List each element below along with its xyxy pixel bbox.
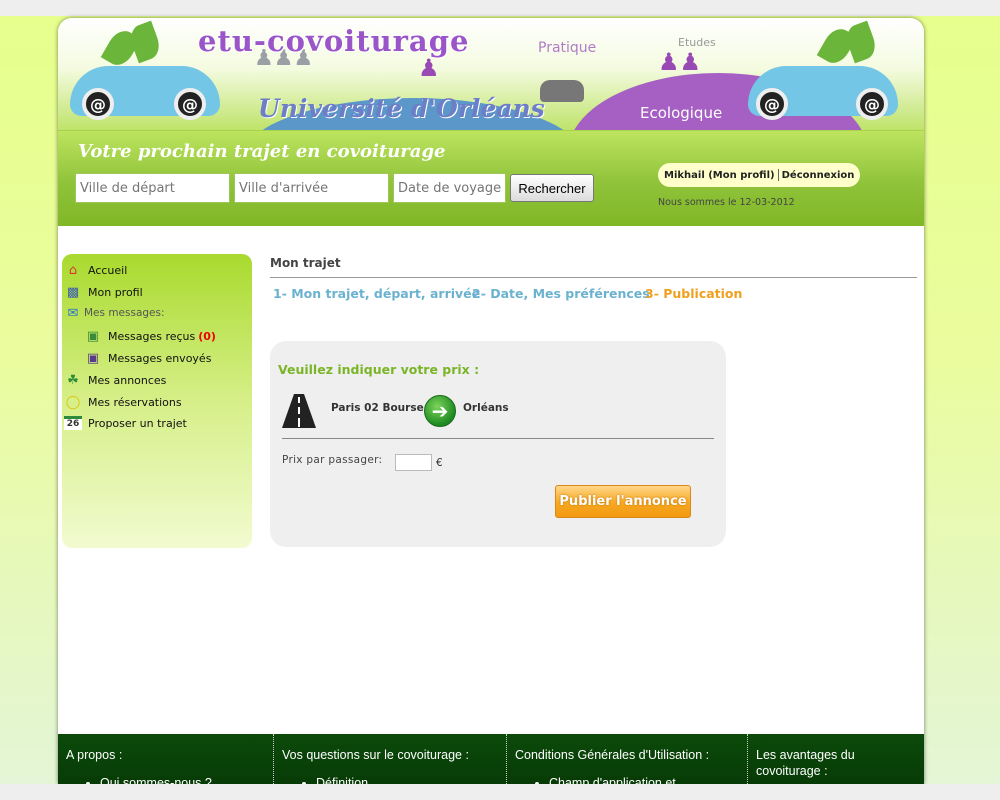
- price-label: Prix par passager:: [282, 454, 383, 466]
- inbox-icon: ▣: [86, 328, 100, 344]
- road-icon: [282, 394, 316, 428]
- small-car-icon: [540, 80, 584, 102]
- footer-column-questions: Vos questions sur le covoiturage : Défin…: [273, 734, 505, 784]
- arrival-city-input[interactable]: [234, 173, 389, 203]
- university-logo-text: Université d'Orléans: [258, 94, 545, 123]
- travel-date-input[interactable]: [393, 173, 506, 203]
- tag-pratique: Pratique: [538, 40, 597, 56]
- calendar-icon: 26: [64, 416, 82, 430]
- people-icon: ♟♟: [658, 48, 702, 76]
- price-form-heading: Veuillez indiquer votre prix :: [278, 362, 480, 377]
- separator: [777, 169, 779, 181]
- footer-link-list: Définition: [316, 775, 368, 784]
- footer-column-title: Vos questions sur le covoiturage :: [282, 748, 469, 762]
- sidebar-item-label: Proposer un trajet: [88, 416, 187, 430]
- site-banner[interactable]: @ @ @ @ ♟♟♟ ♟ ♟♟ etu-covoiturage Univers…: [58, 18, 924, 130]
- browser-bottom-band: [0, 784, 1000, 800]
- sent-icon: ▣: [86, 350, 100, 366]
- car-illustration-right: @ @: [748, 66, 898, 120]
- footer-column-title: A propos :: [66, 748, 123, 762]
- sidebar-item-label: Accueil: [88, 263, 128, 277]
- profile-icon: ▩: [66, 284, 80, 300]
- lightbulb-icon: ◯: [65, 394, 81, 410]
- arrival-city: Orléans: [463, 402, 509, 414]
- car-illustration-left: @ @: [70, 66, 220, 120]
- card-divider: [282, 438, 714, 439]
- departure-city-input[interactable]: [75, 173, 230, 203]
- current-date-text: Nous sommes le 12-03-2012: [658, 197, 795, 208]
- annonces-icon: ☘: [67, 372, 79, 388]
- step-2-link[interactable]: 2- Date, Mes préférences: [472, 286, 650, 301]
- site-logo[interactable]: etu-covoiturage: [198, 24, 469, 58]
- leaf-icon: [842, 20, 880, 64]
- logout-link[interactable]: Déconnexion: [782, 170, 855, 181]
- sidebar-item-label: Mes réservations: [88, 395, 182, 409]
- tag-ecologique: Ecologique: [640, 104, 723, 122]
- user-menu: Mikhail (Mon profil) Déconnexion: [658, 163, 861, 187]
- footer-link[interactable]: Qui sommes-nous ?: [100, 775, 212, 784]
- footer-link[interactable]: Définition: [316, 775, 368, 784]
- footer-column-about: A propos : Qui sommes-nous ?: [58, 734, 272, 784]
- sidebar-item-label: Mes annonces: [88, 373, 167, 387]
- footer-link-list: Qui sommes-nous ?: [100, 775, 212, 784]
- sidebar-nav: ⌂ Accueil ▩ Mon profil ✉ Mes messages: ▣…: [62, 254, 252, 548]
- departure-city: Paris 02 Bourse: [331, 402, 424, 414]
- sidebar-item-label: Messages reçus: [108, 329, 196, 343]
- footer-link-list: Champ d'application et: [549, 775, 676, 784]
- leaf-icon: [126, 20, 164, 64]
- search-title: Votre prochain trajet en covoiturage: [78, 141, 446, 162]
- sidebar-item-messages-recus[interactable]: ▣ Messages reçus (0): [84, 328, 216, 344]
- publish-button[interactable]: Publier l'annonce: [555, 485, 691, 518]
- home-icon: ⌂: [68, 262, 78, 278]
- sidebar-item-label: Mon profil: [88, 285, 143, 299]
- sidebar-item-mes-annonces[interactable]: ☘ Mes annonces: [64, 372, 166, 388]
- sidebar-item-messages-envoyes[interactable]: ▣ Messages envoyés: [84, 350, 212, 366]
- envelope-icon: ✉: [67, 305, 79, 321]
- page-title: Mon trajet: [270, 256, 341, 270]
- sidebar-item-mes-reservations[interactable]: ◯ Mes réservations: [64, 394, 182, 410]
- sidebar-item-mon-profil[interactable]: ▩ Mon profil: [64, 284, 143, 300]
- sidebar-item-label: Mes messages:: [84, 307, 165, 319]
- page-container: @ @ @ @ ♟♟♟ ♟ ♟♟ etu-covoiturage Univers…: [58, 18, 924, 784]
- sidebar-item-mes-messages: ✉ Mes messages:: [64, 305, 165, 321]
- wheel-at-icon: @: [856, 88, 888, 120]
- footer-column-title: Les avantages du covoiturage :: [756, 748, 855, 778]
- person-icon: ♟: [418, 54, 440, 82]
- sidebar-item-proposer-trajet[interactable]: 26 Proposer un trajet: [64, 416, 187, 430]
- unread-count-badge: (0): [198, 329, 216, 343]
- sidebar-item-label: Messages envoyés: [108, 351, 212, 365]
- wheel-at-icon: @: [174, 88, 206, 120]
- title-divider: [270, 277, 917, 278]
- footer-column-avantages: Les avantages du covoiturage :: [747, 734, 924, 784]
- price-form-card: Veuillez indiquer votre prix : Paris 02 …: [270, 341, 726, 547]
- arrow-right-icon: ➔: [424, 395, 456, 427]
- browser-top-band: [0, 0, 1000, 16]
- wheel-at-icon: @: [82, 88, 114, 120]
- wheel-at-icon: @: [756, 88, 788, 120]
- footer-column-title: Conditions Générales d'Utilisation :: [515, 748, 710, 762]
- footer-column-cgu: Conditions Générales d'Utilisation : Cha…: [506, 734, 746, 784]
- step-1-link[interactable]: 1- Mon trajet, départ, arrivée: [273, 286, 480, 301]
- footer-link[interactable]: Champ d'application et: [549, 775, 676, 784]
- sidebar-item-accueil[interactable]: ⌂ Accueil: [64, 262, 127, 278]
- search-button[interactable]: Rechercher: [510, 174, 594, 202]
- search-bar: Votre prochain trajet en covoiturage Rec…: [58, 130, 924, 226]
- price-input[interactable]: [395, 454, 432, 471]
- tag-etudes: Etudes: [678, 36, 716, 49]
- my-profile-link[interactable]: Mikhail (Mon profil): [664, 170, 775, 181]
- currency-symbol: €: [436, 457, 443, 469]
- site-footer: A propos : Qui sommes-nous ? Vos questio…: [58, 734, 924, 784]
- step-3-current: 3- Publication: [645, 286, 743, 301]
